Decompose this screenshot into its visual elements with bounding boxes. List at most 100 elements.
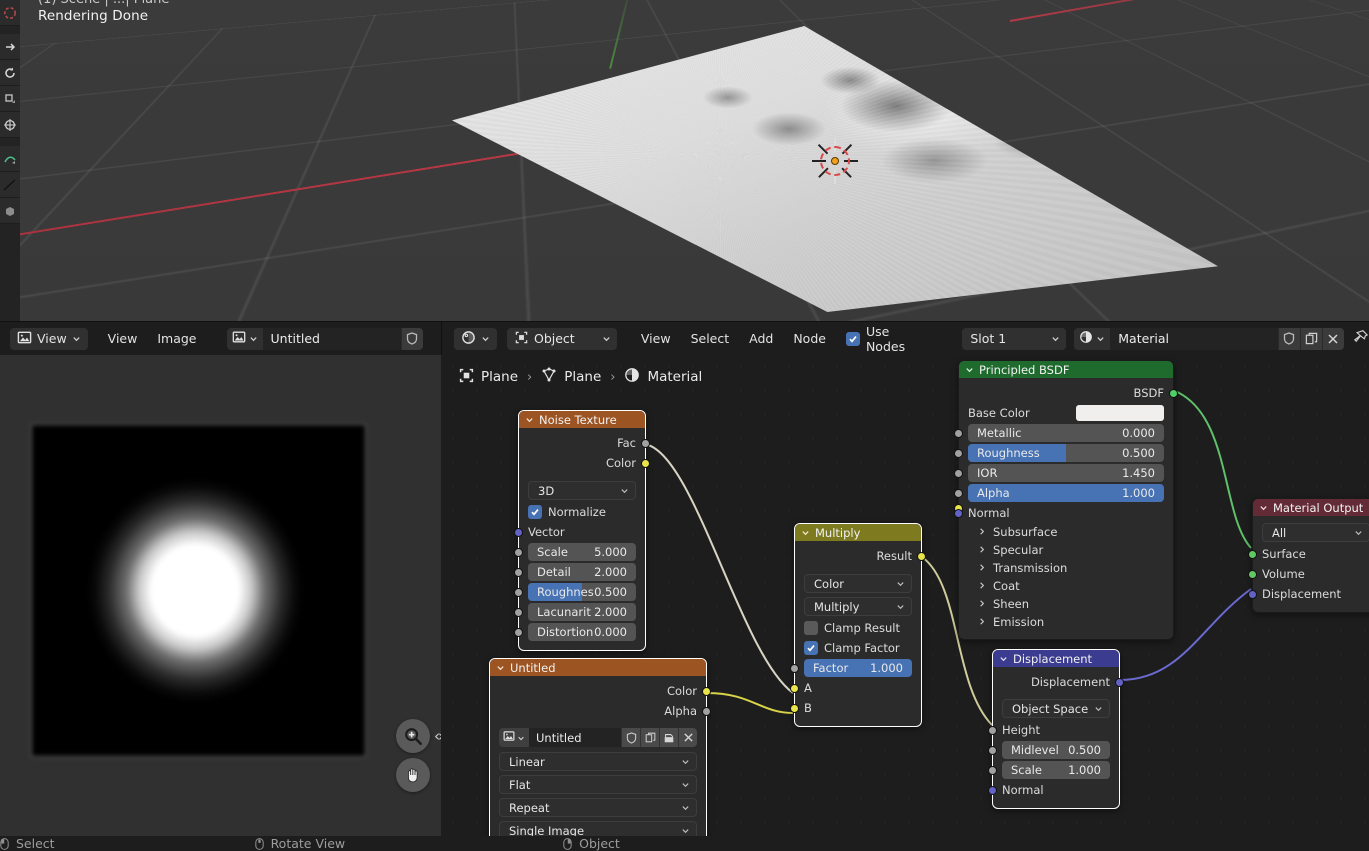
- image-browse-button[interactable]: [226, 327, 263, 350]
- tool-tweak[interactable]: [0, 0, 20, 26]
- prop-scale[interactable]: Scale 5.000: [528, 543, 636, 561]
- pin-icon[interactable]: [1352, 329, 1369, 349]
- panel-sheen[interactable]: Sheen: [959, 595, 1173, 613]
- node-principled-bsdf[interactable]: Principled BSDF BSDF Base Color Metallic…: [954, 360, 1178, 640]
- node-header-noise-texture[interactable]: Noise Texture: [519, 411, 645, 428]
- socket-volume[interactable]: [1248, 569, 1257, 579]
- node-header-material-output[interactable]: Material Output: [1253, 499, 1369, 516]
- breadcrumb-item-mesh[interactable]: Plane: [541, 367, 601, 387]
- prop-detail[interactable]: Detail 2.000: [528, 563, 636, 581]
- socket-normal[interactable]: [954, 508, 963, 518]
- prop-scale[interactable]: Scale 1.000: [1002, 761, 1110, 779]
- menu-add[interactable]: Add: [739, 328, 783, 350]
- output-bsdf[interactable]: BSDF: [959, 383, 1178, 403]
- socket-ior[interactable]: [954, 468, 963, 478]
- dropdown-space[interactable]: Object Space: [1002, 699, 1110, 718]
- menu-view[interactable]: View: [98, 328, 148, 350]
- panel-specular[interactable]: Specular: [959, 541, 1173, 559]
- menu-image[interactable]: Image: [147, 328, 206, 350]
- output-result[interactable]: Result: [795, 546, 926, 566]
- input-height[interactable]: Height: [988, 720, 1119, 740]
- tool-transform[interactable]: [0, 112, 20, 138]
- collapse-chevron-icon[interactable]: [999, 652, 1008, 666]
- prop-ior-row[interactable]: IOR 1.450: [954, 463, 1173, 483]
- node-header-multiply[interactable]: Multiply: [795, 524, 921, 541]
- socket-scale[interactable]: [988, 765, 997, 775]
- dropdown-extension[interactable]: Repeat: [499, 798, 697, 817]
- tool-annotate[interactable]: [0, 146, 20, 172]
- editor-type-selector[interactable]: View: [10, 327, 88, 350]
- socket-normal[interactable]: [988, 785, 997, 795]
- tool-scale[interactable]: [0, 86, 20, 112]
- use-nodes-toggle[interactable]: Use Nodes: [845, 324, 932, 354]
- image-browse-button[interactable]: [499, 728, 529, 747]
- menu-select[interactable]: Select: [681, 328, 740, 350]
- new-copy-icon[interactable]: [640, 728, 659, 747]
- dropdown-source[interactable]: Single Image: [499, 821, 697, 836]
- menu-node[interactable]: Node: [783, 328, 836, 350]
- socket-lacunarity[interactable]: [514, 607, 523, 617]
- material-slot-selector[interactable]: Slot 1: [962, 327, 1067, 350]
- shader-node-editor-canvas[interactable]: Plane › Plane › Material Noise Texture F…: [441, 355, 1369, 836]
- socket-color[interactable]: [702, 686, 711, 696]
- use-nodes-checkbox[interactable]: [845, 331, 860, 346]
- checkbox-clamp-factor-row[interactable]: Clamp Factor: [795, 638, 921, 658]
- node-displacement[interactable]: Displacement Displacement Object Space H…: [988, 649, 1124, 809]
- fake-user-shield-icon[interactable]: [1277, 327, 1300, 350]
- material-datablock-selector[interactable]: Material: [1074, 327, 1344, 350]
- socket-surface[interactable]: [1248, 549, 1257, 559]
- prop-factor-row[interactable]: Factor 1.000: [790, 658, 921, 678]
- socket-detail[interactable]: [514, 567, 523, 577]
- output-displacement[interactable]: Displacement: [993, 672, 1124, 692]
- socket-color[interactable]: [641, 458, 650, 468]
- base-color-swatch[interactable]: [1076, 405, 1164, 421]
- material-browse-button[interactable]: [1074, 327, 1111, 350]
- socket-distortion[interactable]: [514, 627, 523, 637]
- node-header-image-texture[interactable]: Untitled: [490, 659, 706, 676]
- collapse-chevron-icon[interactable]: [1259, 501, 1268, 515]
- image-slot-arrows[interactable]: ‹›: [434, 727, 441, 745]
- prop-ior[interactable]: IOR 1.450: [968, 464, 1164, 482]
- socket-vector[interactable]: [514, 527, 523, 537]
- socket-scale[interactable]: [514, 547, 523, 557]
- viewport-toolbar[interactable]: [0, 0, 20, 321]
- socket-roughness[interactable]: [514, 587, 523, 597]
- prop-scale-row[interactable]: Scale 5.000: [514, 542, 645, 562]
- breadcrumb-item-material[interactable]: Material: [624, 367, 702, 387]
- prop-alpha[interactable]: Alpha 1.000: [968, 484, 1164, 502]
- tool-rotate[interactable]: [0, 60, 20, 86]
- prop-midlevel-row[interactable]: Midlevel 0.500: [988, 740, 1119, 760]
- fake-user-shield-icon[interactable]: [621, 728, 640, 747]
- socket-fac[interactable]: [641, 438, 650, 448]
- input-surface[interactable]: Surface: [1248, 544, 1369, 564]
- prop-midlevel[interactable]: Midlevel 0.500: [1002, 741, 1110, 759]
- checkbox-clamp-result-row[interactable]: Clamp Result: [795, 618, 921, 638]
- socket-alpha[interactable]: [702, 706, 711, 716]
- socket-metallic[interactable]: [954, 428, 963, 438]
- collapse-chevron-icon[interactable]: [525, 413, 534, 427]
- prop-roughness[interactable]: Roughness 0.500: [968, 444, 1164, 462]
- prop-metallic-row[interactable]: Metallic 0.000: [954, 423, 1173, 443]
- socket-alpha[interactable]: [954, 488, 963, 498]
- socket-roughness[interactable]: [954, 448, 963, 458]
- panel-transmission[interactable]: Transmission: [959, 559, 1173, 577]
- prop-distortion-row[interactable]: Distortion 0.000: [514, 622, 645, 642]
- dropdown-operation[interactable]: Multiply: [804, 597, 912, 616]
- socket-midlevel[interactable]: [988, 745, 997, 755]
- node-header-principled-bsdf[interactable]: Principled BSDF: [959, 361, 1173, 378]
- prop-lacunarity-row[interactable]: Lacunarit 2.000: [514, 602, 645, 622]
- prop-roughness[interactable]: Roughnes 0.500: [528, 583, 636, 601]
- input-vector[interactable]: Vector: [514, 522, 645, 542]
- node-header-displacement[interactable]: Displacement: [993, 650, 1119, 667]
- output-fac[interactable]: Fac: [519, 433, 650, 453]
- menu-view[interactable]: View: [631, 328, 681, 350]
- socket-displacement[interactable]: [1248, 589, 1257, 599]
- unlink-x-icon[interactable]: [1321, 327, 1344, 350]
- breadcrumb-item-object[interactable]: Plane: [459, 368, 518, 387]
- node-multiply[interactable]: Multiply Result Color Multiply Clamp Res…: [790, 523, 926, 727]
- node-noise-texture[interactable]: Noise Texture Fac Color 3D Normalize Vec…: [514, 410, 650, 651]
- dropdown-data-type[interactable]: Color: [804, 574, 912, 593]
- prop-factor[interactable]: Factor 1.000: [804, 659, 912, 677]
- node-image-texture[interactable]: Untitled Color Alpha Untitled Linear Fla…: [489, 658, 711, 836]
- prop-roughness-row[interactable]: Roughnes 0.500: [514, 582, 645, 602]
